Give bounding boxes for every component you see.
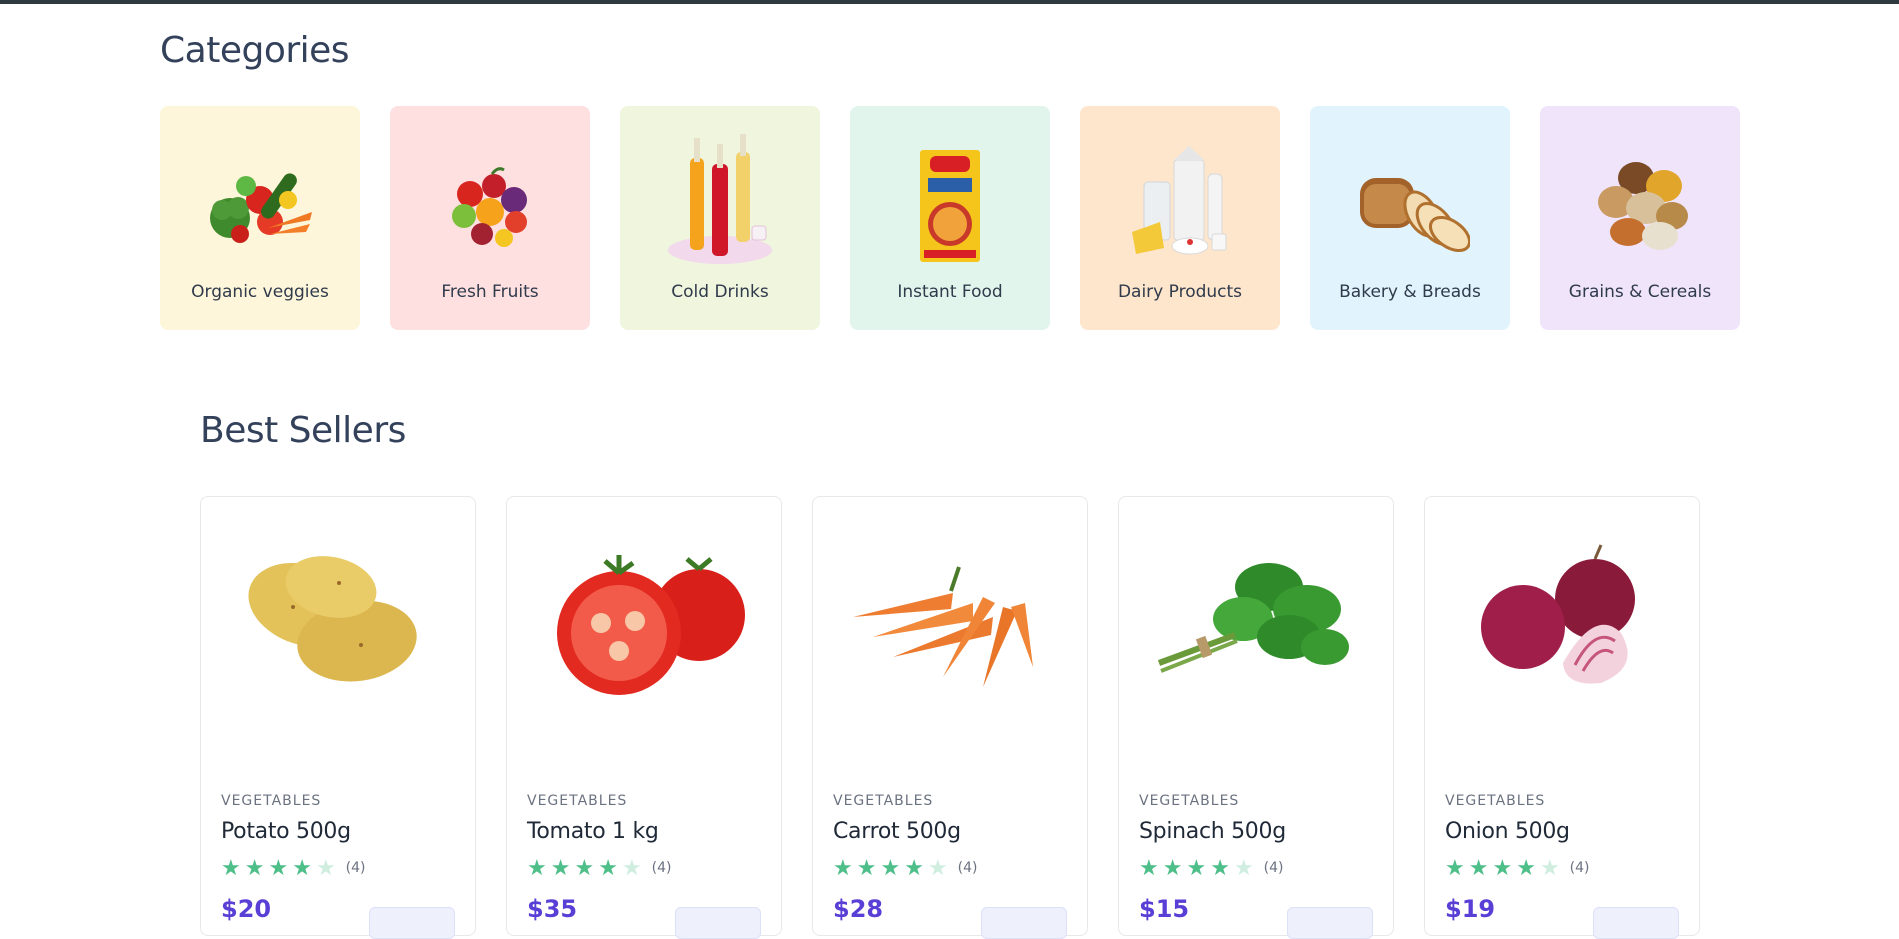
star-icon: ★ <box>574 855 595 880</box>
rating-count: (4) <box>651 860 672 876</box>
star-icon: ★ <box>1233 855 1254 880</box>
category-card-bakery-breads[interactable]: Bakery & Breads <box>1310 106 1510 330</box>
product-rating: ★ ★ ★ ★ ★ (4) <box>833 857 978 879</box>
category-label: Organic veggies <box>191 282 329 302</box>
star-icon: ★ <box>1139 855 1159 880</box>
star-icon: ★ <box>527 855 547 880</box>
product-list: VEGETABLES Potato 500g ★ ★ ★ ★ ★ (4) $20 VEGE… <box>200 496 1700 939</box>
product-name: Carrot 500g <box>833 819 961 844</box>
grains-icon <box>1598 162 1688 250</box>
star-icon: ★ <box>1186 855 1207 880</box>
product-category: VEGETABLES <box>527 793 628 809</box>
category-label: Instant Food <box>897 282 1003 302</box>
fruits-icon <box>452 167 527 247</box>
product-rating: ★ ★ ★ ★ ★ (4) <box>527 857 672 879</box>
product-price: $15 <box>1139 895 1190 923</box>
product-name: Tomato 1 kg <box>527 819 659 844</box>
star-icon: ★ <box>221 855 241 880</box>
star-icon: ★ <box>292 855 312 880</box>
product-card-onion[interactable]: VEGETABLES Onion 500g ★ ★ ★ ★ ★ (4) $19 <box>1424 496 1700 939</box>
onion-icon <box>1481 544 1635 684</box>
star-icon: ★ <box>1210 855 1230 880</box>
rating-count: (4) <box>957 860 978 876</box>
rating-count: (4) <box>1263 860 1284 876</box>
product-rating: ★ ★ ★ ★ ★ (4) <box>221 857 366 879</box>
product-name: Onion 500g <box>1445 819 1570 844</box>
category-label: Grains & Cereals <box>1568 282 1712 302</box>
tomato-icon <box>557 555 745 695</box>
add-to-cart-button[interactable] <box>1287 907 1373 939</box>
star-icon: ★ <box>1492 855 1513 880</box>
category-label: Cold Drinks <box>671 282 769 302</box>
product-card-carrot[interactable]: VEGETABLES Carrot 500g ★ ★ ★ ★ ★ (4) $28 <box>812 496 1088 939</box>
category-label: Fresh Fruits <box>441 282 539 302</box>
product-category: VEGETABLES <box>1139 793 1240 809</box>
potato-icon <box>248 556 417 682</box>
bread-icon <box>1360 178 1470 253</box>
top-border <box>0 0 1899 4</box>
product-price: $20 <box>221 895 272 923</box>
star-icon: ★ <box>856 855 877 880</box>
product-category: VEGETABLES <box>833 793 934 809</box>
categories-heading: Categories <box>160 30 350 71</box>
star-icon: ★ <box>621 855 642 880</box>
rating-count: (4) <box>345 860 366 876</box>
star-icon: ★ <box>1162 855 1183 880</box>
carrot-icon <box>853 566 1033 687</box>
category-card-grains-cereals[interactable]: Grains & Cereals <box>1540 106 1740 330</box>
product-rating: ★ ★ ★ ★ ★ (4) <box>1139 857 1284 879</box>
rating-count: (4) <box>1569 860 1590 876</box>
star-icon: ★ <box>244 855 265 880</box>
star-icon: ★ <box>598 855 618 880</box>
category-card-organic-veggies[interactable]: Organic veggies <box>160 106 360 330</box>
star-icon: ★ <box>904 855 924 880</box>
dairy-icon <box>1132 146 1227 255</box>
category-label: Dairy Products <box>1117 282 1243 302</box>
star-icon: ★ <box>927 855 948 880</box>
star-icon: ★ <box>1445 855 1465 880</box>
product-rating: ★ ★ ★ ★ ★ (4) <box>1445 857 1590 879</box>
add-to-cart-button[interactable] <box>369 907 455 939</box>
add-to-cart-button[interactable] <box>1593 907 1679 939</box>
star-icon: ★ <box>833 855 853 880</box>
product-card-spinach[interactable]: VEGETABLES Spinach 500g ★ ★ ★ ★ ★ (4) $15 <box>1118 496 1394 939</box>
product-price: $35 <box>527 895 578 923</box>
star-icon: ★ <box>550 855 571 880</box>
star-icon: ★ <box>880 855 901 880</box>
category-card-fresh-fruits[interactable]: Fresh Fruits <box>390 106 590 330</box>
star-icon: ★ <box>1468 855 1489 880</box>
star-icon: ★ <box>268 855 289 880</box>
category-card-dairy-products[interactable]: Dairy Products <box>1080 106 1280 330</box>
add-to-cart-button[interactable] <box>675 907 761 939</box>
category-card-instant-food[interactable]: Instant Food <box>850 106 1050 330</box>
product-name: Potato 500g <box>221 819 351 844</box>
product-price: $28 <box>833 895 884 923</box>
add-to-cart-button[interactable] <box>981 907 1067 939</box>
instant-noodles-icon <box>920 150 980 262</box>
best-sellers-heading: Best Sellers <box>200 410 406 451</box>
category-card-cold-drinks[interactable]: Cold Drinks <box>620 106 820 330</box>
product-category: VEGETABLES <box>1445 793 1546 809</box>
vegetables-icon <box>210 173 312 243</box>
star-icon: ★ <box>1516 855 1536 880</box>
star-icon: ★ <box>1539 855 1560 880</box>
product-name: Spinach 500g <box>1139 819 1286 844</box>
product-card-potato[interactable]: VEGETABLES Potato 500g ★ ★ ★ ★ ★ (4) $20 <box>200 496 476 939</box>
cold-drinks-icon <box>668 134 772 264</box>
star-icon: ★ <box>315 855 336 880</box>
category-list: Organic veggies Fresh Fruits Cold Drinks… <box>160 106 1740 330</box>
spinach-icon <box>1157 563 1349 673</box>
category-label: Bakery & Breads <box>1339 282 1481 302</box>
product-category: VEGETABLES <box>221 793 322 809</box>
product-card-tomato[interactable]: VEGETABLES Tomato 1 kg ★ ★ ★ ★ ★ (4) $35 <box>506 496 782 939</box>
product-price: $19 <box>1445 895 1496 923</box>
